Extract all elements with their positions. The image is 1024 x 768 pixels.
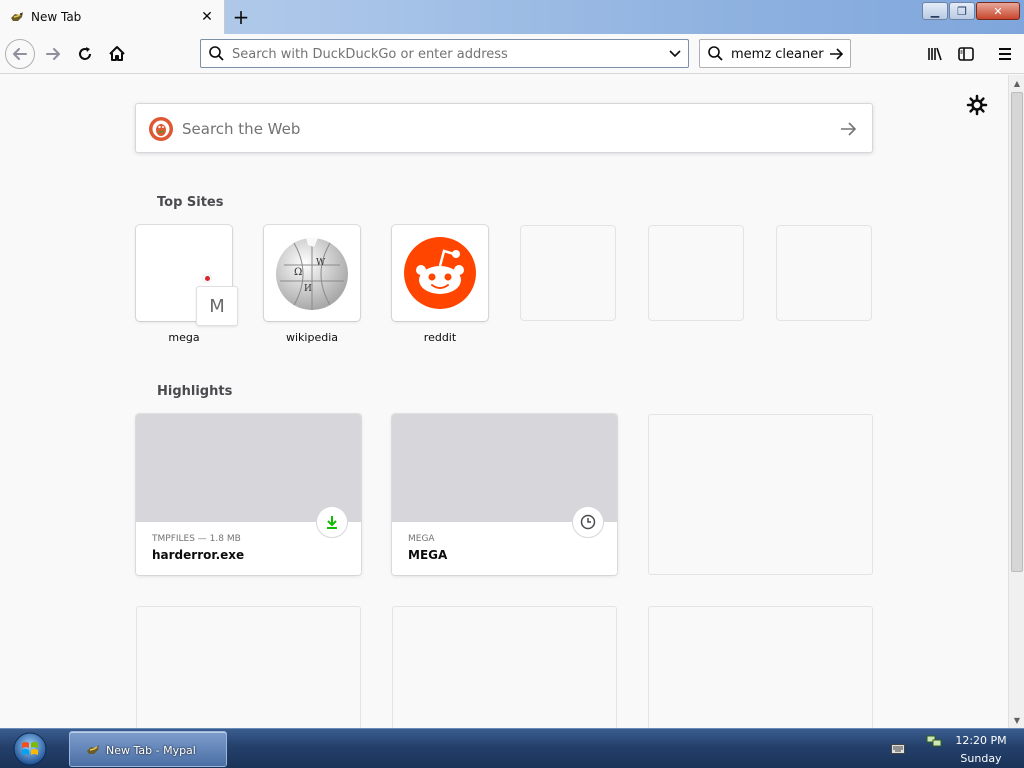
highlight-badge xyxy=(316,506,348,538)
highlight-empty-slot xyxy=(136,606,361,728)
top-site-reddit[interactable]: reddit xyxy=(392,225,488,344)
address-bar[interactable] xyxy=(200,39,689,68)
mega-letter-icon: M xyxy=(196,286,238,326)
keyboard-tray-icon[interactable] xyxy=(891,744,905,754)
new-tab-button[interactable]: + xyxy=(229,5,253,29)
top-site-label: mega xyxy=(168,331,200,344)
top-site-label: wikipedia xyxy=(285,331,338,344)
clock-day[interactable]: Sunday xyxy=(950,752,1012,765)
highlight-meta: MEGA xyxy=(408,534,435,544)
empty-tile[interactable] xyxy=(776,225,872,321)
svg-text:W: W xyxy=(316,258,326,268)
top-site-wikipedia[interactable]: Ω W И wikipedia xyxy=(264,225,360,344)
duckduckgo-logo-icon xyxy=(149,117,173,141)
sidebar-button[interactable] xyxy=(952,40,980,68)
top-site-empty[interactable] xyxy=(776,225,872,321)
top-site-mega[interactable]: M mega xyxy=(136,225,238,344)
reload-button[interactable] xyxy=(71,40,99,68)
highlight-card[interactable]: TMPFILES — 1.8 MB harderror.exe xyxy=(136,414,361,575)
mega-favicon-icon xyxy=(202,273,212,283)
search-icon xyxy=(209,46,224,61)
menu-button[interactable] xyxy=(991,40,1019,68)
highlight-empty-slot xyxy=(648,414,873,575)
search-input-value[interactable]: memz cleaner xyxy=(731,47,824,62)
wikipedia-globe-icon: Ω W И xyxy=(276,238,348,310)
scroll-up-arrow-icon[interactable]: ▲ xyxy=(1009,75,1024,91)
clock-time[interactable]: 12:20 PM xyxy=(950,734,1012,747)
top-site-empty[interactable] xyxy=(648,225,744,321)
mypal-favicon-icon xyxy=(11,12,23,21)
highlight-meta: TMPFILES — 1.8 MB xyxy=(152,534,241,544)
top-site-empty[interactable] xyxy=(520,225,616,321)
top-site-label: reddit xyxy=(423,331,457,344)
reload-icon xyxy=(79,47,91,60)
web-search-placeholder: Search the Web xyxy=(182,120,301,138)
web-search-box[interactable]: Search the Web xyxy=(135,103,873,153)
highlight-empty-slot xyxy=(392,606,617,728)
gear-icon[interactable] xyxy=(966,94,988,116)
search-bar[interactable]: memz cleaner xyxy=(699,39,851,68)
top-sites-heading: Top Sites xyxy=(157,195,224,210)
scroll-down-arrow-icon[interactable]: ▼ xyxy=(1009,712,1024,728)
back-arrow-icon xyxy=(13,48,27,60)
library-button[interactable] xyxy=(921,40,949,68)
highlight-title: harderror.exe xyxy=(152,548,245,562)
taskbar-task-mypal[interactable]: New Tab - Mypal xyxy=(69,731,227,767)
highlight-card[interactable]: MEGA MEGA xyxy=(392,414,617,575)
search-submit-arrow-icon[interactable] xyxy=(838,119,858,139)
highlight-badge xyxy=(572,506,604,538)
tab-title: New Tab xyxy=(31,10,82,24)
mypal-favicon-icon xyxy=(87,745,99,754)
empty-tile[interactable] xyxy=(648,225,744,321)
reddit-logo-icon xyxy=(404,237,476,309)
scroll-thumb[interactable] xyxy=(1011,92,1023,572)
nav-toolbar: memz cleaner xyxy=(0,34,1024,74)
top-site-tile[interactable]: M xyxy=(136,225,238,326)
new-tab-page: Search the Web Top Sites M mega Ω W И wi… xyxy=(0,75,1008,728)
tab-close-icon[interactable]: ✕ xyxy=(198,8,216,26)
search-icon xyxy=(708,46,723,61)
taskbar-task-label: New Tab - Mypal xyxy=(106,744,196,757)
network-tray-icon[interactable] xyxy=(926,734,942,748)
forward-button[interactable] xyxy=(39,40,67,68)
start-orb-icon[interactable] xyxy=(8,731,52,767)
home-icon xyxy=(109,46,125,61)
address-input[interactable] xyxy=(232,44,652,64)
svg-text:Ω: Ω xyxy=(294,267,302,278)
vertical-scrollbar[interactable]: ▲ ▼ xyxy=(1008,75,1024,728)
empty-tile[interactable] xyxy=(520,225,616,321)
hamburger-menu-icon xyxy=(999,48,1011,60)
highlights-heading: Highlights xyxy=(157,384,233,399)
forward-arrow-icon xyxy=(46,48,60,60)
chevron-down-icon[interactable] xyxy=(668,47,682,61)
home-button[interactable] xyxy=(103,40,131,68)
minimize-button[interactable]: ▁ xyxy=(922,2,948,20)
library-icon xyxy=(928,47,942,61)
window-controls: ▁ ❐ ✕ xyxy=(922,2,1020,20)
svg-text:И: И xyxy=(304,284,312,294)
taskbar: New Tab - Mypal 12:20 PM Sunday xyxy=(0,728,1024,768)
restore-button[interactable]: ❐ xyxy=(949,2,975,20)
go-arrow-icon[interactable] xyxy=(827,45,845,63)
tab-new-tab[interactable]: New Tab ✕ xyxy=(0,0,225,34)
title-bar: New Tab ✕ + ▁ ❐ ✕ xyxy=(0,0,1024,34)
top-site-tile[interactable] xyxy=(392,225,488,321)
top-site-tile[interactable]: Ω W И xyxy=(264,225,360,321)
download-icon xyxy=(327,516,337,529)
highlight-empty-slot xyxy=(648,606,873,728)
clock-icon xyxy=(580,514,596,530)
back-button[interactable] xyxy=(5,39,35,69)
sidebar-icon xyxy=(958,47,974,61)
highlight-title: MEGA xyxy=(408,548,448,562)
close-window-button[interactable]: ✕ xyxy=(976,2,1020,20)
